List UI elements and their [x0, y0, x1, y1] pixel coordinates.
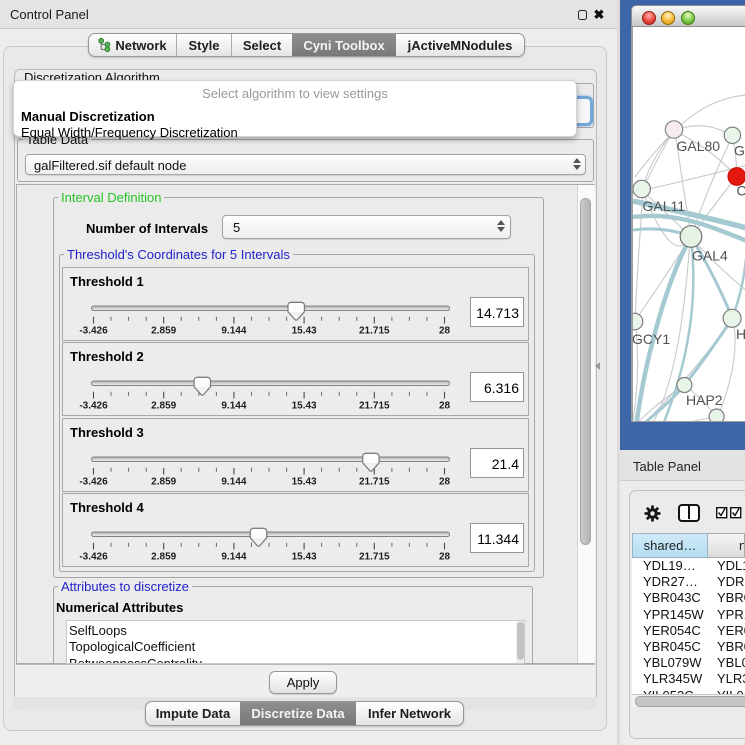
- svg-text:H: H: [736, 326, 745, 342]
- svg-text:9.144: 9.144: [221, 326, 246, 337]
- svg-text:-3.426: -3.426: [79, 477, 108, 488]
- svg-text:9.144: 9.144: [221, 552, 246, 563]
- svg-text:21.715: 21.715: [359, 401, 390, 412]
- svg-text:2.859: 2.859: [151, 326, 176, 337]
- svg-text:9.144: 9.144: [221, 401, 246, 412]
- svg-text:-3.426: -3.426: [79, 326, 108, 337]
- svg-text:2.859: 2.859: [151, 552, 176, 563]
- svg-text:C: C: [737, 183, 745, 199]
- svg-text:GA: GA: [734, 143, 745, 159]
- svg-text:2.859: 2.859: [151, 401, 176, 412]
- svg-text:GAL11: GAL11: [643, 198, 686, 214]
- svg-text:-3.426: -3.426: [79, 552, 108, 563]
- svg-text:21.715: 21.715: [359, 552, 390, 563]
- svg-text:15.43: 15.43: [292, 552, 317, 563]
- svg-text:-3.426: -3.426: [79, 401, 108, 412]
- svg-text:GCY1: GCY1: [633, 331, 670, 347]
- svg-text:28: 28: [439, 552, 451, 563]
- svg-text:GAL4: GAL4: [692, 248, 728, 264]
- svg-text:15.43: 15.43: [292, 401, 317, 412]
- svg-text:28: 28: [439, 326, 451, 337]
- svg-text:21.715: 21.715: [359, 326, 390, 337]
- svg-text:28: 28: [439, 401, 451, 412]
- svg-text:GAL80: GAL80: [677, 138, 721, 154]
- svg-text:15.43: 15.43: [292, 477, 317, 488]
- svg-text:28: 28: [439, 477, 451, 488]
- svg-text:9.144: 9.144: [221, 477, 246, 488]
- svg-text:15.43: 15.43: [292, 326, 317, 337]
- svg-text:2.859: 2.859: [151, 477, 176, 488]
- svg-text:HAP2: HAP2: [686, 392, 723, 408]
- svg-text:21.715: 21.715: [359, 477, 390, 488]
